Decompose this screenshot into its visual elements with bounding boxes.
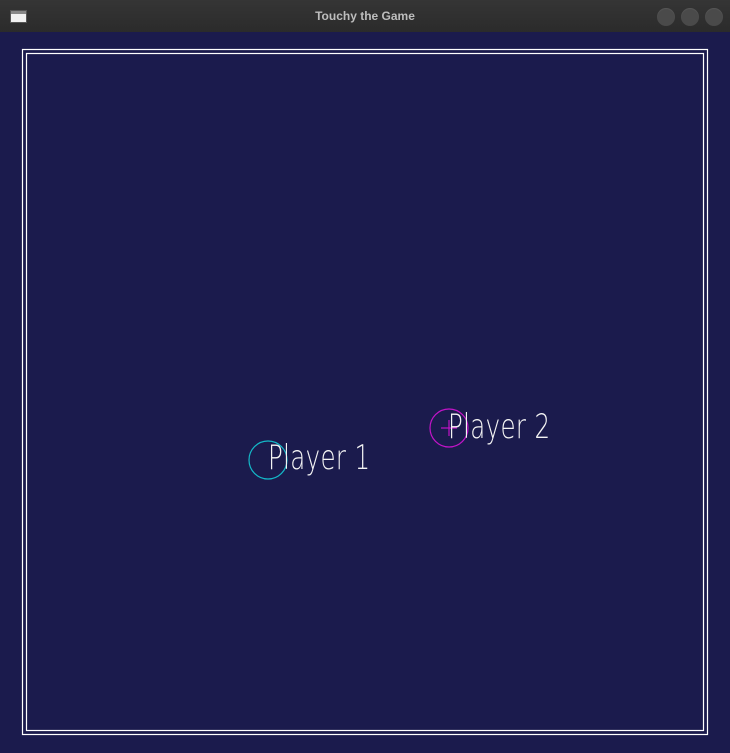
arena-outer-border — [21, 48, 709, 736]
maximize-button[interactable] — [681, 8, 699, 26]
game-canvas[interactable]: Player 1 Player 2 — [0, 32, 730, 753]
game-window: Touchy the Game Player 1 Player 2 — [0, 0, 730, 753]
minimize-button[interactable] — [657, 8, 675, 26]
window-title: Touchy the Game — [315, 9, 415, 23]
close-button[interactable] — [705, 8, 723, 26]
player-1-label: Player 1 — [268, 438, 371, 478]
player-2-label: Player 2 — [448, 407, 551, 447]
arena-inner-border — [25, 52, 705, 732]
arena-svg — [21, 48, 709, 736]
title-bar[interactable]: Touchy the Game — [0, 0, 730, 32]
